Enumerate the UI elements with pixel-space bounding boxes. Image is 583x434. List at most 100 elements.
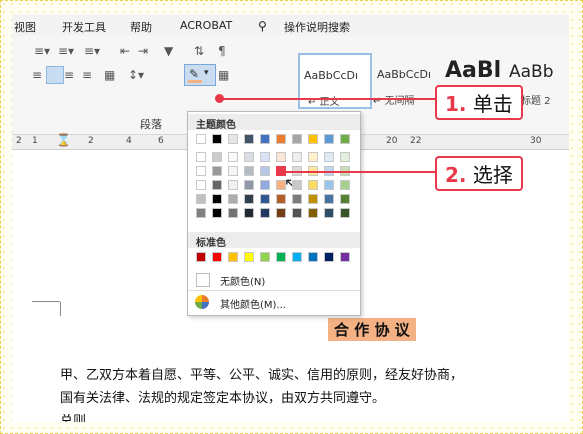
distribute-icon[interactable]: ▦ xyxy=(104,68,115,82)
theme-color-swatch[interactable] xyxy=(196,134,206,144)
standard-color-swatch[interactable] xyxy=(212,252,222,262)
theme-color-swatch[interactable] xyxy=(276,180,286,190)
theme-color-swatch[interactable] xyxy=(292,152,302,162)
theme-color-swatch[interactable] xyxy=(308,194,318,204)
standard-color-swatch[interactable] xyxy=(244,252,254,262)
align-center-button[interactable] xyxy=(46,66,64,84)
theme-color-swatch[interactable] xyxy=(196,180,206,190)
standard-color-swatch[interactable] xyxy=(292,252,302,262)
tell-me-search[interactable]: 操作说明搜索 xyxy=(284,19,350,35)
theme-color-swatch[interactable] xyxy=(244,134,254,144)
standard-color-swatch[interactable] xyxy=(228,252,238,262)
lightbulb-icon[interactable]: ⚲ xyxy=(258,19,267,33)
theme-color-swatch[interactable] xyxy=(244,152,254,162)
tab-view[interactable]: 视图 xyxy=(14,19,36,35)
theme-color-swatch[interactable] xyxy=(276,194,286,204)
theme-color-swatch[interactable] xyxy=(340,152,350,162)
theme-color-swatch[interactable] xyxy=(340,208,350,218)
theme-color-swatch[interactable] xyxy=(228,208,238,218)
align-right-icon[interactable]: ≡ xyxy=(64,68,74,82)
shading-color-bar xyxy=(188,80,202,83)
callout-line-1 xyxy=(218,98,442,100)
theme-color-swatch[interactable] xyxy=(212,166,222,176)
theme-color-swatch[interactable] xyxy=(276,208,286,218)
theme-color-swatch[interactable] xyxy=(292,208,302,218)
bullet-list-icon[interactable]: ≡▾ xyxy=(34,44,50,58)
theme-color-swatch[interactable] xyxy=(260,180,270,190)
theme-color-swatch[interactable] xyxy=(228,152,238,162)
theme-color-swatch[interactable] xyxy=(244,208,254,218)
theme-color-swatch[interactable] xyxy=(212,152,222,162)
theme-color-swatch[interactable] xyxy=(324,180,334,190)
theme-color-swatch[interactable] xyxy=(228,134,238,144)
theme-color-swatch[interactable] xyxy=(292,194,302,204)
ribbon-tab-bar: 视图 开发工具 帮助 ACROBAT ⚲ 操作说明搜索 xyxy=(12,14,569,37)
theme-color-swatch[interactable] xyxy=(196,152,206,162)
standard-color-swatch[interactable] xyxy=(260,252,270,262)
theme-color-swatch[interactable] xyxy=(212,180,222,190)
numbered-list-icon[interactable]: ≡▾ xyxy=(58,44,74,58)
shading-button[interactable]: ✎ ▾ xyxy=(184,64,216,86)
chinese-layout-icon[interactable]: ▼ xyxy=(164,44,173,58)
increase-indent-icon[interactable]: ⇥ xyxy=(138,44,148,58)
theme-color-swatch[interactable] xyxy=(260,152,270,162)
theme-color-swatch[interactable] xyxy=(308,152,318,162)
no-color-option[interactable]: 无颜色(N) xyxy=(188,270,360,288)
theme-color-swatch[interactable] xyxy=(196,208,206,218)
theme-color-swatch[interactable] xyxy=(212,134,222,144)
theme-color-swatch[interactable] xyxy=(196,166,206,176)
sort-icon[interactable]: ⇅ xyxy=(194,44,204,58)
no-color-swatch xyxy=(196,273,210,287)
theme-color-swatch[interactable] xyxy=(308,208,318,218)
theme-color-swatch[interactable] xyxy=(276,152,286,162)
theme-color-swatch[interactable] xyxy=(244,166,254,176)
indent-marker-icon[interactable]: ⌛ xyxy=(56,133,71,147)
theme-color-swatch[interactable] xyxy=(324,194,334,204)
document-title: 合 作 协 议 xyxy=(328,318,416,341)
tab-acrobat[interactable]: ACROBAT xyxy=(180,19,232,32)
theme-color-swatch[interactable] xyxy=(292,134,302,144)
align-left-icon[interactable]: ≡ xyxy=(32,68,42,82)
theme-color-swatch[interactable] xyxy=(292,180,302,190)
theme-color-swatch[interactable] xyxy=(260,194,270,204)
theme-color-swatch[interactable] xyxy=(244,194,254,204)
tab-developer[interactable]: 开发工具 xyxy=(62,19,106,35)
borders-icon[interactable]: ▦ xyxy=(218,68,229,82)
show-marks-icon[interactable]: ¶ xyxy=(218,44,226,58)
standard-color-swatch[interactable] xyxy=(196,252,206,262)
multilevel-list-icon[interactable]: ≡▾ xyxy=(84,44,100,58)
theme-color-swatch[interactable] xyxy=(324,152,334,162)
theme-color-swatch[interactable] xyxy=(260,134,270,144)
line-spacing-icon[interactable]: ↕▾ xyxy=(128,68,144,82)
callout-line-2 xyxy=(280,171,438,173)
theme-color-swatch[interactable] xyxy=(212,194,222,204)
theme-color-swatch[interactable] xyxy=(228,180,238,190)
theme-color-swatch[interactable] xyxy=(276,134,286,144)
tab-help[interactable]: 帮助 xyxy=(130,19,152,35)
theme-color-swatch[interactable] xyxy=(260,208,270,218)
theme-color-swatch[interactable] xyxy=(244,180,254,190)
theme-color-swatch[interactable] xyxy=(228,166,238,176)
section-heading: 总则 xyxy=(60,414,87,422)
standard-color-swatch[interactable] xyxy=(308,252,318,262)
theme-color-swatch[interactable] xyxy=(228,194,238,204)
theme-color-swatch[interactable] xyxy=(196,194,206,204)
style-normal[interactable]: AaBbCcDı ↵ 正文 xyxy=(298,53,372,109)
theme-color-swatch[interactable] xyxy=(324,208,334,218)
standard-color-swatch[interactable] xyxy=(324,252,334,262)
theme-color-swatch[interactable] xyxy=(340,180,350,190)
decrease-indent-icon[interactable]: ⇤ xyxy=(120,44,130,58)
theme-color-swatch[interactable] xyxy=(324,134,334,144)
theme-color-swatch[interactable] xyxy=(340,134,350,144)
margin-mark xyxy=(60,302,61,316)
standard-color-swatch[interactable] xyxy=(276,252,286,262)
theme-color-swatch[interactable] xyxy=(260,166,270,176)
callout-step-2: 2. 选择 xyxy=(435,156,523,191)
theme-color-swatch[interactable] xyxy=(212,208,222,218)
standard-color-swatch[interactable] xyxy=(340,252,350,262)
justify-icon[interactable]: ≡ xyxy=(82,68,92,82)
theme-color-swatch[interactable] xyxy=(308,134,318,144)
theme-color-swatch[interactable] xyxy=(308,180,318,190)
more-colors-option[interactable]: 其他颜色(M)... xyxy=(188,294,360,312)
theme-color-swatch[interactable] xyxy=(340,194,350,204)
